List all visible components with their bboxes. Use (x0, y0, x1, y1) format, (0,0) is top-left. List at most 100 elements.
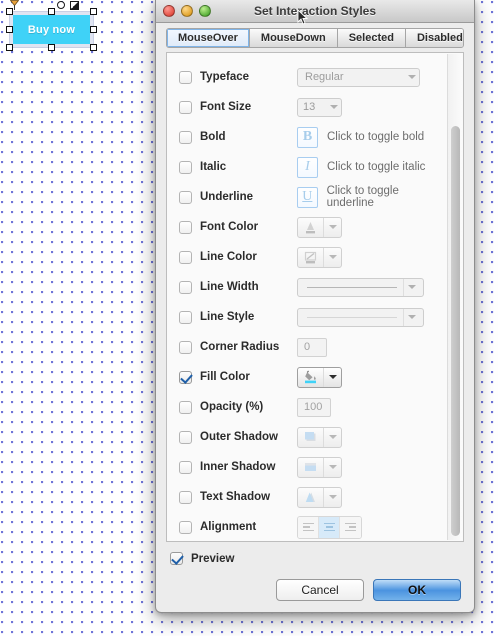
bold-hint: Click to toggle bold (327, 131, 425, 143)
label-preview: Preview (191, 552, 235, 565)
checkbox-outer-shadow[interactable] (179, 430, 192, 444)
line-width-select[interactable] (297, 277, 424, 297)
checkbox-inner-shadow[interactable] (179, 460, 192, 474)
text-shadow-button[interactable] (297, 486, 342, 508)
chevron-down-icon (408, 315, 416, 319)
dialog-footer: Preview Cancel OK (156, 542, 474, 612)
select-divider (403, 308, 404, 326)
italic-toggle-icon[interactable]: I (297, 156, 318, 178)
resize-handle-bottom-center[interactable] (48, 44, 55, 51)
control-font-color (297, 216, 342, 238)
label-line-color: Line Color (200, 251, 257, 263)
tab-selected[interactable]: Selected (337, 28, 406, 47)
label-fill-color: Fill Color (200, 371, 250, 383)
checkbox-opacity[interactable] (179, 400, 192, 414)
checkbox-underline[interactable] (179, 190, 192, 204)
label-text-shadow: Text Shadow (200, 491, 271, 503)
paint-bucket-icon (298, 367, 324, 387)
resize-handle-bottom-right[interactable] (90, 44, 97, 51)
resize-handle-middle-right[interactable] (90, 26, 97, 33)
label-font-size: Font Size (200, 101, 252, 113)
checkbox-alignment[interactable] (179, 520, 192, 534)
label-typeface: Typeface (200, 71, 250, 83)
tab-mouseover[interactable]: MouseOver (167, 28, 250, 47)
control-text-shadow (297, 486, 342, 508)
row-line-color: Line Color (167, 242, 447, 272)
label-line-style: Line Style (200, 311, 255, 323)
bold-toggle-icon[interactable]: B (297, 126, 318, 148)
vertical-scrollbar[interactable] (447, 54, 462, 540)
checkbox-typeface[interactable] (179, 70, 192, 84)
row-opacity: Opacity (%) 100 (167, 392, 447, 422)
resize-handle-bottom-left[interactable] (6, 44, 13, 51)
styles-list: Typeface Regular Font Size 13 Bold B Cli… (167, 53, 447, 541)
font-color-dropdown-arrow[interactable] (324, 218, 341, 237)
checkbox-corner-radius[interactable] (179, 340, 192, 354)
line-style-select[interactable] (297, 307, 424, 327)
line-color-button[interactable] (297, 246, 342, 268)
checkbox-bold[interactable] (179, 130, 192, 144)
control-inner-shadow (297, 456, 342, 478)
widget-state-square-icon[interactable] (70, 1, 79, 10)
row-text-shadow: Text Shadow (167, 482, 447, 512)
inner-shadow-dropdown-arrow[interactable] (324, 458, 341, 477)
corner-radius-input[interactable]: 0 (297, 337, 327, 357)
outer-shadow-button[interactable] (297, 426, 342, 448)
control-corner-radius: 0 (297, 337, 327, 357)
close-button[interactable] (163, 5, 175, 17)
checkbox-fill-color[interactable] (179, 370, 192, 384)
pin-marker-icon[interactable] (10, 0, 19, 10)
row-font-size: Font Size 13 (167, 92, 447, 122)
checkbox-font-size[interactable] (179, 100, 192, 114)
checkbox-line-color[interactable] (179, 250, 192, 264)
fill-color-button[interactable] (297, 366, 342, 388)
checkbox-italic[interactable] (179, 160, 192, 174)
cancel-button[interactable]: Cancel (276, 579, 364, 601)
row-italic: Italic I Click to toggle italic (167, 152, 447, 182)
align-left-button[interactable] (298, 516, 319, 538)
tab-disabled[interactable]: Disabled (405, 28, 463, 47)
label-line-width: Line Width (200, 281, 259, 293)
resize-handle-top-center[interactable] (48, 8, 55, 15)
opacity-input[interactable]: 100 (297, 397, 331, 417)
text-shadow-dropdown-arrow[interactable] (324, 488, 341, 507)
scrollbar-thumb[interactable] (451, 126, 460, 536)
font-color-icon (298, 217, 324, 237)
label-underline: Underline (200, 191, 254, 203)
checkbox-font-color[interactable] (179, 220, 192, 234)
checkbox-text-shadow[interactable] (179, 490, 192, 504)
checkbox-line-width[interactable] (179, 280, 192, 294)
ok-button[interactable]: OK (373, 579, 461, 601)
outer-shadow-dropdown-arrow[interactable] (324, 428, 341, 447)
buy-now-button[interactable]: Buy now (13, 15, 90, 44)
font-size-select[interactable]: 13 (297, 97, 342, 117)
zoom-button[interactable] (199, 5, 211, 17)
inner-shadow-button[interactable] (297, 456, 342, 478)
control-italic: I Click to toggle italic (297, 156, 425, 178)
label-bold: Bold (200, 131, 226, 143)
label-alignment: Alignment (200, 521, 257, 533)
select-divider (403, 278, 404, 296)
align-center-button[interactable] (319, 516, 340, 538)
checkbox-preview[interactable] (170, 552, 183, 565)
fill-color-dropdown-arrow[interactable] (324, 368, 341, 387)
underline-toggle-icon[interactable]: U (297, 186, 318, 208)
widget-state-circle-icon[interactable] (57, 1, 65, 9)
control-line-color (297, 246, 342, 268)
tab-mousedown[interactable]: MouseDown (249, 28, 338, 47)
control-line-style (297, 307, 424, 327)
font-color-button[interactable] (297, 216, 342, 238)
set-interaction-styles-dialog: Set Interaction Styles MouseOver MouseDo… (155, 0, 475, 613)
checkbox-line-style[interactable] (179, 310, 192, 324)
row-corner-radius: Corner Radius 0 (167, 332, 447, 362)
label-opacity: Opacity (%) (200, 401, 264, 413)
line-color-dropdown-arrow[interactable] (324, 248, 341, 267)
resize-handle-top-right[interactable] (90, 8, 97, 15)
align-right-button[interactable] (340, 516, 361, 538)
selected-widget-group[interactable]: Buy now (6, 8, 97, 51)
styles-scroll-pane: Typeface Regular Font Size 13 Bold B Cli… (166, 52, 464, 542)
dialog-titlebar[interactable]: Set Interaction Styles (156, 0, 474, 25)
resize-handle-middle-left[interactable] (6, 26, 13, 33)
typeface-select[interactable]: Regular (297, 67, 420, 87)
minimize-button[interactable] (181, 5, 193, 17)
